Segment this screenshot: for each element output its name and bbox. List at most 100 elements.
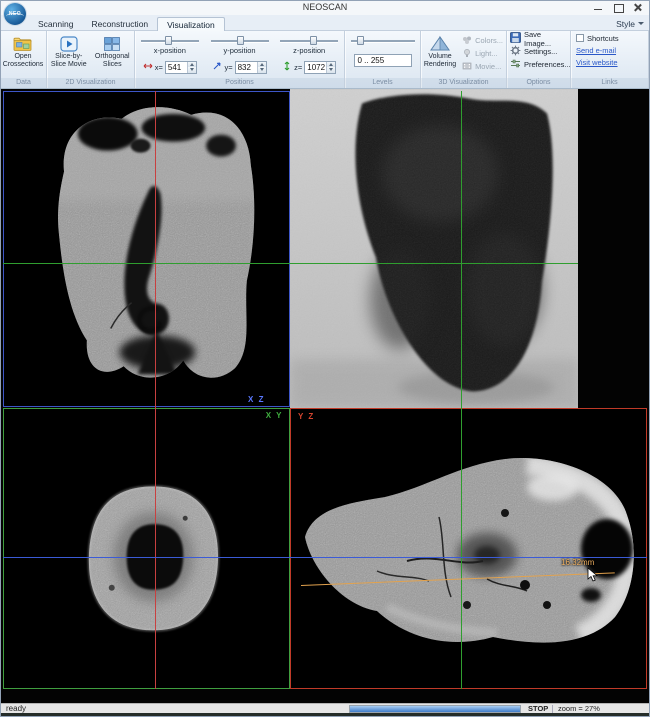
save-disk-icon [510, 32, 521, 45]
ribbon-group-links: Shortcuts Send e-mail Visit website Link… [571, 31, 649, 88]
crosshair-y-line[interactable] [461, 91, 462, 689]
folder-open-icon [13, 34, 33, 53]
tab-scanning[interactable]: Scanning [29, 17, 82, 31]
viewport-yz-slice[interactable]: Y Z 16.32mm [290, 408, 647, 689]
x-position-slider[interactable] [141, 36, 199, 45]
slice-by-slice-movie-button[interactable]: Slice-by-Slice Movie [48, 33, 90, 77]
titlebar: NEOSCAN [1, 1, 649, 15]
group-label-data: Data [1, 78, 46, 88]
zoom-level: zoom = 27% [558, 704, 600, 713]
logo-text: NEO [9, 11, 21, 17]
shortcuts-toggle[interactable]: Shortcuts [571, 32, 648, 44]
z-position-spinbox[interactable]: 1072 [304, 61, 336, 74]
xy-slice-image [4, 409, 289, 688]
levels-slider[interactable] [351, 36, 415, 45]
light-button[interactable]: Light... [459, 47, 506, 60]
group-label-links: Links [571, 78, 648, 88]
preferences-label: Preferences... [524, 60, 571, 69]
tab-reconstruction[interactable]: Reconstruction [82, 17, 157, 31]
open-crossections-button[interactable]: Open Crossections [2, 33, 44, 77]
maximize-icon[interactable] [610, 2, 626, 13]
stop-button[interactable]: STOP [528, 704, 548, 713]
z-position-slider[interactable] [280, 36, 338, 45]
visit-website-link-row: Visit website [571, 56, 648, 68]
window-controls [590, 2, 646, 13]
colors-label: Colors... [475, 36, 503, 45]
x-position-value[interactable]: 541 [166, 62, 187, 73]
preferences-button[interactable]: Preferences... [507, 58, 570, 71]
settings-label: Settings... [524, 47, 557, 56]
light-bulb-icon [462, 48, 472, 60]
slider-thumb[interactable] [165, 36, 172, 45]
close-icon[interactable] [630, 2, 646, 13]
viewport-projection[interactable] [290, 89, 578, 408]
colors-icon [462, 35, 472, 47]
x-position-spinbox[interactable]: 541 [165, 61, 197, 74]
y-position-slider[interactable] [211, 36, 269, 45]
colors-button[interactable]: Colors... [459, 34, 506, 47]
spin-down-button[interactable] [188, 67, 196, 73]
orthogonal-slices-label: Orthogonal Slices [92, 53, 134, 68]
group-label-2d-visualization: 2D Visualization [47, 78, 134, 88]
orthogonal-slices-icon [103, 34, 121, 53]
y-prefix: y= [224, 63, 232, 72]
slider-thumb[interactable] [237, 36, 244, 45]
orthogonal-slices-button[interactable]: Orthogonal Slices [92, 33, 134, 77]
neoscan-logo-icon: NEO [4, 3, 26, 25]
ribbon: Open Crossections Data Slice-by-Slice Mo… [1, 31, 649, 89]
measurement-value: 16.32mm [561, 558, 594, 567]
group-label-options: Options [507, 78, 570, 88]
movie-label: Movie... [475, 62, 501, 71]
slider-track [280, 40, 338, 42]
y-axis-icon [212, 58, 222, 76]
movie-button[interactable]: Movie... [459, 60, 506, 73]
viewport-xy-slice[interactable]: X Y [3, 408, 290, 689]
progress-bar [349, 705, 521, 713]
volume-rendering-icon [429, 34, 451, 53]
xz-slice-image [4, 92, 289, 406]
ribbon-group-data: Open Crossections Data [1, 31, 47, 88]
levels-range-box[interactable]: 0 .. 255 [354, 54, 412, 67]
crosshair-x-line[interactable] [155, 91, 156, 689]
send-email-link[interactable]: Send e-mail [576, 46, 616, 55]
settings-button[interactable]: Settings... [507, 45, 570, 58]
y-position-spinbox[interactable]: 832 [235, 61, 267, 74]
z-prefix: z= [294, 63, 302, 72]
visit-website-link[interactable]: Visit website [576, 58, 618, 67]
group-label-3d-visualization: 3D Visualization [421, 78, 506, 88]
xy-view-label: X Y [266, 411, 283, 420]
open-crossections-label: Open Crossections [2, 53, 44, 68]
projection-image [290, 89, 578, 408]
save-image-button[interactable]: Save Image... [507, 32, 570, 45]
tab-visualization[interactable]: Visualization [157, 17, 225, 31]
yz-view-label: Y Z [298, 412, 315, 421]
crosshair-z-line-bottom[interactable] [3, 557, 647, 558]
ribbon-group-3d-visualization: Volume Rendering Colors... Light... [421, 31, 507, 88]
z-position-value[interactable]: 1072 [305, 62, 326, 73]
light-label: Light... [475, 49, 498, 58]
spin-down-button[interactable] [258, 67, 266, 73]
ribbon-group-levels: 0 .. 255 Levels [345, 31, 421, 88]
shortcuts-label: Shortcuts [587, 34, 619, 43]
window-title: NEOSCAN [303, 2, 348, 12]
progress-fill [350, 706, 520, 712]
slider-thumb[interactable] [310, 36, 317, 45]
x-axis-icon [143, 58, 153, 76]
minimize-icon[interactable] [590, 2, 606, 13]
statusbar-separator [552, 705, 553, 713]
z-axis-icon [282, 58, 292, 76]
window-bottom-edge [1, 713, 650, 717]
viewport-xz-slice[interactable]: X Z [3, 91, 290, 407]
volume-rendering-button[interactable]: Volume Rendering [422, 33, 458, 77]
slider-thumb[interactable] [357, 36, 364, 45]
gear-icon [510, 45, 521, 58]
mouse-cursor-icon [587, 567, 599, 583]
y-position-value[interactable]: 832 [236, 62, 257, 73]
ribbon-group-positions: x-position x= 541 [135, 31, 345, 88]
style-menu-label: Style [616, 19, 635, 29]
style-menu[interactable]: Style [616, 17, 644, 30]
checkbox-icon[interactable] [576, 34, 584, 42]
yz-slice-image [291, 409, 646, 688]
crosshair-z-line-top[interactable] [3, 263, 578, 264]
spin-down-button[interactable] [327, 67, 335, 73]
